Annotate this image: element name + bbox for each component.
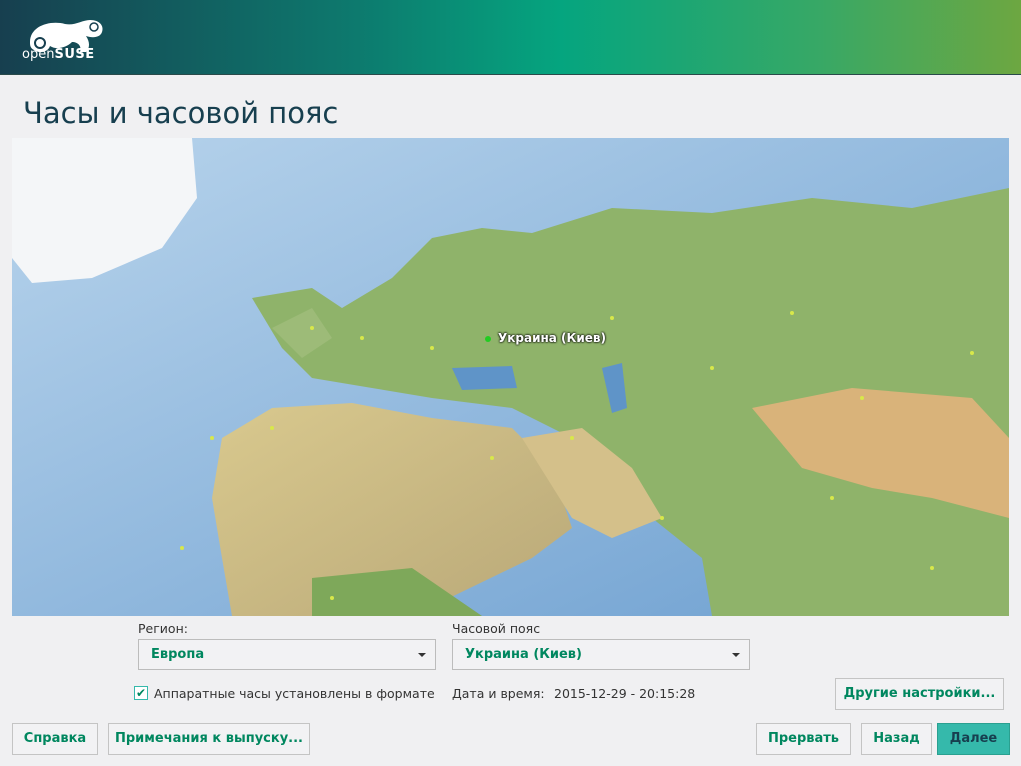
back-button[interactable]: Назад <box>861 723 932 755</box>
region-dropdown[interactable]: Европа <box>138 639 436 670</box>
other-settings-button[interactable]: Другие настройки... <box>835 678 1004 710</box>
checkmark-icon: ✔ <box>135 686 147 700</box>
dropdown-arrow-icon <box>418 653 426 657</box>
datetime-label: Дата и время: <box>452 686 545 701</box>
timezone-value: Украина (Киев) <box>465 647 582 662</box>
next-button[interactable]: Далее <box>937 723 1010 755</box>
opensuse-wordmark: openSUSE <box>22 47 95 62</box>
selected-city-marker <box>485 336 491 342</box>
page-title: Часы и часовой пояс <box>23 96 339 130</box>
timezone-label: Часовой пояс <box>452 621 541 636</box>
dropdown-arrow-icon <box>732 653 740 657</box>
hw-clock-label[interactable]: Аппаратные часы установлены в формате <box>154 686 435 701</box>
datetime-value: 2015-12-29 - 20:15:28 <box>554 686 696 701</box>
timezone-world-map[interactable] <box>12 138 1009 616</box>
region-label: Регион: <box>138 621 188 636</box>
help-button[interactable]: Справка <box>12 723 98 755</box>
region-value: Европа <box>151 647 205 662</box>
selected-city-label: Украина (Киев) <box>498 331 606 345</box>
release-notes-button[interactable]: Примечания к выпуску... <box>108 723 310 755</box>
abort-button[interactable]: Прервать <box>756 723 851 755</box>
hw-clock-checkbox[interactable]: ✔ <box>134 686 148 700</box>
header-banner: openSUSE <box>0 0 1021 75</box>
timezone-dropdown[interactable]: Украина (Киев) <box>452 639 750 670</box>
